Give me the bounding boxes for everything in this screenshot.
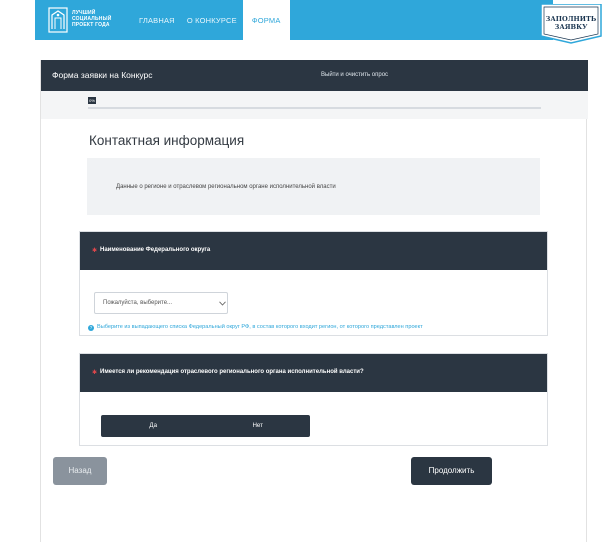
question-hint: ? Выберите из выпадающего списка Федераль… bbox=[88, 324, 423, 331]
badge-label: ЗАПОЛНИТЬ ЗАЯВКУ bbox=[545, 15, 597, 31]
question-header: ✱ Имеется ли рекомендация отраслевого ре… bbox=[80, 354, 547, 392]
nav-strip: ЛУЧШИЙ СОЦИАЛЬНЫЙ ПРОЕКТ ГОДА ГЛАВНАЯ О … bbox=[35, 0, 553, 40]
exit-clear-link[interactable]: Выйти и очистить опрос bbox=[321, 72, 388, 78]
page-title: Контактная информация bbox=[89, 133, 245, 148]
nav-links: ГЛАВНАЯ О КОНКУРСЕ ФОРМА bbox=[133, 0, 290, 40]
select-placeholder: Пожалуйста, выберите... bbox=[103, 300, 173, 306]
required-mark: ✱ bbox=[92, 248, 98, 254]
required-mark: ✱ bbox=[92, 370, 98, 376]
question-federal-district: ✱ Наименование Федерального округа Пожал… bbox=[79, 231, 548, 336]
survey-form: Форма заявки на Конкурс Выйти и очистить… bbox=[40, 60, 588, 542]
nav-link-home[interactable]: ГЛАВНАЯ bbox=[133, 0, 181, 40]
form-title: Форма заявки на Конкурс bbox=[52, 70, 153, 80]
federal-district-select[interactable]: Пожалуйста, выберите... bbox=[94, 292, 228, 314]
question-label: Имеется ли рекомендация отраслевого реги… bbox=[100, 369, 364, 375]
progress-percent: 0% bbox=[88, 97, 96, 104]
logo-icon bbox=[48, 7, 68, 33]
question-label: Наименование Федерального округа bbox=[100, 247, 211, 253]
section-description-text: Данные о регионе и отраслевом региональн… bbox=[116, 184, 336, 190]
question-header: ✱ Наименование Федерального округа bbox=[80, 232, 547, 270]
option-no-button[interactable]: Нет bbox=[206, 415, 311, 437]
nav-link-form[interactable]: ФОРМА bbox=[242, 0, 290, 40]
info-icon: ? bbox=[88, 325, 94, 331]
logo-text: ЛУЧШИЙ СОЦИАЛЬНЫЙ ПРОЕКТ ГОДА bbox=[72, 10, 112, 28]
top-navbar: ЛУЧШИЙ СОЦИАЛЬНЫЙ ПРОЕКТ ГОДА ГЛАВНАЯ О … bbox=[0, 0, 607, 46]
section-description: Данные о регионе и отраслевом региональн… bbox=[87, 158, 540, 215]
progress-area: 0% bbox=[41, 91, 588, 119]
back-button[interactable]: Назад bbox=[53, 457, 107, 485]
question-recommendation: ✱ Имеется ли рекомендация отраслевого ре… bbox=[79, 353, 548, 446]
yes-no-toggle: Да Нет bbox=[101, 415, 310, 437]
form-header: Форма заявки на Конкурс Выйти и очистить… bbox=[41, 60, 588, 91]
hint-text: Выберите из выпадающего списка Федеральн… bbox=[97, 324, 423, 330]
progress-bar bbox=[88, 107, 541, 109]
apply-badge-button[interactable]: ЗАПОЛНИТЬ ЗАЯВКУ bbox=[538, 4, 604, 44]
chevron-down-icon bbox=[219, 301, 226, 306]
continue-button[interactable]: Продолжить bbox=[411, 457, 492, 485]
option-yes-button[interactable]: Да bbox=[101, 415, 206, 437]
nav-link-about[interactable]: О КОНКУРСЕ bbox=[181, 0, 243, 40]
